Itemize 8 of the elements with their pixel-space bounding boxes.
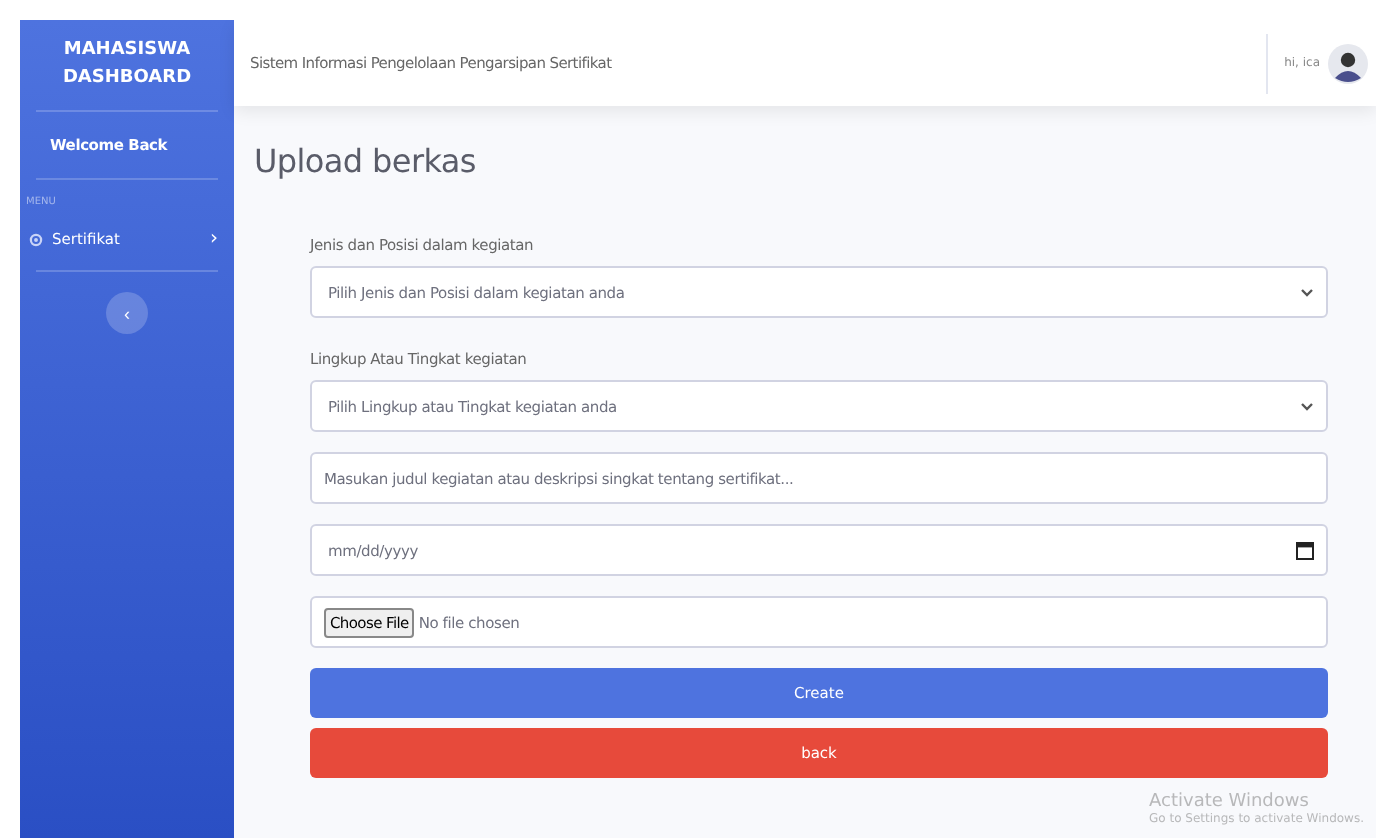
calendar-icon[interactable]: [1296, 540, 1314, 560]
activation-title: Activate Windows: [1149, 792, 1311, 812]
chevron-down-icon: [1300, 287, 1314, 297]
sidebar-toggle-button[interactable]: ‹: [106, 292, 148, 334]
page-title: Upload berkas: [254, 142, 478, 180]
chevron-down-icon: [1300, 401, 1314, 411]
brand-title: MAHASISWA DASHBOARD: [60, 38, 194, 91]
avatar-icon[interactable]: [1328, 43, 1368, 83]
